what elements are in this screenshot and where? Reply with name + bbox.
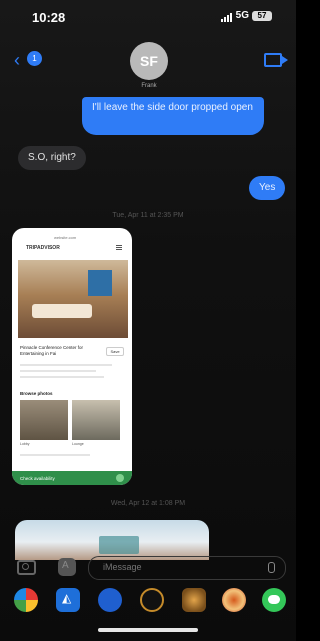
app-store-icon[interactable] [56,588,80,612]
message-timestamp: Wed, Apr 12 at 1:08 PM [110,500,186,507]
message-field[interactable] [88,556,286,580]
thumbnail-caption: Lobby [20,442,30,446]
video-call-icon[interactable] [264,53,288,67]
signal-icon [221,13,232,22]
text-line [20,454,90,456]
message-outgoing[interactable]: Yes [249,176,286,200]
text-line [20,364,112,366]
microphone-icon[interactable] [268,562,275,573]
conversation-header: ‹ 1 SF Frank [0,34,296,100]
back-chevron-icon[interactable]: ‹ [14,50,20,71]
phone-screen: 10:28 5G 57 ‹ 1 SF Frank I'll leave the … [0,0,296,641]
digital-touch-icon[interactable] [222,588,246,612]
contact-name[interactable]: Frank [120,83,178,89]
photos-app-icon[interactable] [14,588,38,612]
site-brand: TRIPADVISOR [26,245,60,251]
hotel-save-button: Save [106,347,124,356]
battery-icon: 57 [252,11,272,21]
text-line [20,376,104,378]
network-label: 5G [235,10,249,21]
photos-section-title: Browse photos [20,391,53,396]
unread-count-badge[interactable]: 1 [27,51,42,66]
game-icon[interactable] [182,588,206,612]
photo-thumbnail [20,400,68,440]
chat-bubble-icon [116,474,124,482]
hotel-hero-image [18,260,128,338]
apple-pay-icon[interactable] [98,588,122,612]
menu-icon [116,245,122,246]
camera-icon[interactable] [17,560,36,575]
page-url: website.com [54,235,77,240]
message-input[interactable] [101,561,255,573]
hotel-title: Pinnacle Conference Center for Entertain… [20,345,84,356]
status-bar: 10:28 5G 57 [0,0,296,34]
contact-avatar[interactable]: SF [130,42,168,80]
app-store-icon[interactable] [58,558,76,576]
status-time: 10:28 [32,10,66,25]
screenshot-attachment[interactable]: website.com TRIPADVISOR Pinnacle Confere… [12,228,132,485]
home-indicator[interactable] [98,628,198,632]
availability-label: Check availability [20,476,55,481]
message-timestamp: Tue, Apr 11 at 2:35 PM [112,212,184,219]
thumbnail-caption: Lounge [72,442,84,446]
compose-bar [0,552,296,584]
message-outgoing[interactable]: I'll leave the side door propped open [82,97,264,135]
messages-app-icon[interactable] [262,588,286,612]
fitness-icon[interactable] [140,588,164,612]
app-drawer [0,588,296,612]
text-line [20,370,96,372]
photo-thumbnail [72,400,120,440]
message-incoming[interactable]: S.O, right? [18,146,86,170]
